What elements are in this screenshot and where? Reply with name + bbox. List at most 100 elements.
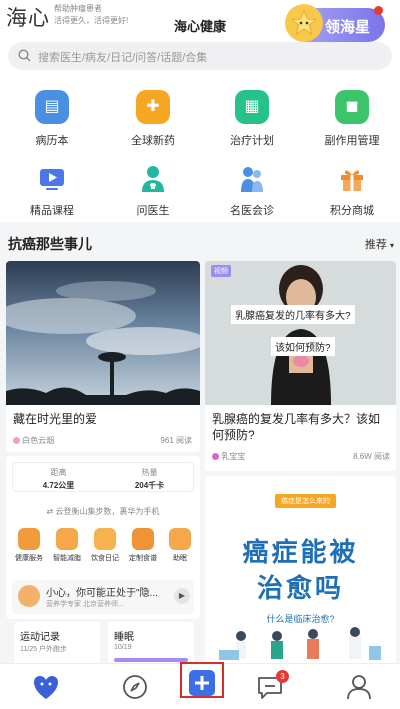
stat-value: 4.72公里 (42, 481, 75, 490)
grid-label: 副作用管理 (324, 135, 380, 147)
sleep-title: 睡眠 (114, 632, 134, 643)
grid-item-medical-record[interactable]: ▤ 病历本 (12, 90, 92, 148)
grid-label: 治疗计划 (230, 135, 274, 147)
star-mascot-icon (285, 4, 323, 42)
card-title: 藏在时光里的爱 (13, 412, 98, 426)
grid-item-points-mall[interactable]: 积分商城 (312, 164, 392, 218)
stat-label: 热量 (141, 468, 158, 477)
add-icon (189, 670, 215, 696)
health-stats-card[interactable]: 距离 4.72公里 热量 204千卡 ⇄ 云登衡山集步数，裹华为手机 健康服务 … (6, 456, 200, 619)
treatment-plan-icon: ▦ (235, 90, 269, 124)
tab-discover[interactable] (120, 672, 150, 702)
search-bar[interactable]: 搜索医生/病友/日记/问答/话题/合集 (8, 42, 392, 70)
video-overlay-question2: 该如何预防? (271, 337, 335, 356)
mini-item-diet-diary[interactable]: 饮食日记 (86, 528, 124, 563)
mini-service-row: 健康服务 智能减脂 饮食日记 定制食谱 助眠 (6, 528, 200, 568)
sort-dropdown[interactable]: 推荐 ▾ (365, 236, 394, 252)
poster-illustration (219, 627, 381, 660)
discover-icon (123, 675, 147, 699)
tab-messages[interactable]: 3 (255, 670, 289, 702)
mini-label: 定制食谱 (129, 555, 157, 562)
mini-item-health-service[interactable]: 健康服务 (10, 528, 48, 563)
diet-diary-icon (94, 528, 116, 550)
sport-subtitle: 11/25 户外跑步 (20, 646, 67, 653)
distance-stat: 距离 4.72公里 (13, 467, 104, 491)
grid-item-consultation[interactable]: 名医会诊 (212, 164, 292, 218)
tab-home[interactable] (31, 672, 61, 702)
consultation-icon (237, 164, 267, 194)
course-icon (37, 164, 67, 194)
profile-icon (347, 675, 371, 700)
tab-profile[interactable] (344, 672, 374, 702)
claim-star-button[interactable]: 领海星 (285, 4, 385, 42)
stats-box: 距离 4.72公里 热量 204千卡 (12, 462, 194, 492)
link-icon: ⇄ (46, 507, 54, 516)
warning-subtitle: 营养学专家 北京营养师... (46, 601, 124, 608)
grid-item-ask-doctor[interactable]: 问医生 (113, 164, 193, 218)
gift-icon (337, 164, 367, 194)
calorie-stat: 热量 204千卡 (104, 467, 195, 491)
tab-add[interactable] (187, 668, 217, 698)
medical-record-icon: ▤ (35, 90, 69, 124)
grid-item-new-drug[interactable]: ✚ 全球新药 (113, 90, 193, 148)
card-author: 白色云烟 (13, 435, 54, 446)
poster-title-line1: 癌症能被 (242, 537, 359, 567)
home-icon (34, 676, 58, 699)
feed-section-header: 抗癌那些事儿 推荐 ▾ (0, 228, 400, 258)
mini-item-fat-loss[interactable]: 智能减脂 (48, 528, 86, 563)
expert-avatar (18, 585, 40, 607)
author-avatar-icon (212, 453, 219, 461)
chevron-down-icon: ▾ (389, 241, 394, 250)
sport-title: 运动记录 (20, 632, 60, 643)
slogan-line1: 帮助肿瘤患者 (54, 4, 102, 13)
sort-label: 推荐 (364, 239, 387, 251)
grid-item-side-effect[interactable]: ◼ 副作用管理 (312, 90, 392, 148)
card-title: 乳腺癌的复发几率有多大？该如何预防? (212, 412, 381, 442)
bottom-tab-bar: 3 (0, 662, 400, 709)
sync-text: 云登衡山集步数，裹华为手机 (55, 507, 160, 516)
poster-title-line2: 治愈吗 (256, 573, 344, 603)
mini-label: 助眠 (173, 555, 187, 562)
sleep-bar (114, 658, 188, 662)
side-effect-icon: ◼ (335, 90, 369, 124)
sky-photo (6, 261, 200, 405)
grid-item-treatment-plan[interactable]: ▦ 治疗计划 (212, 90, 292, 148)
claim-star-label: 领海星 (325, 19, 371, 36)
app-root: 海心 帮助肿瘤患者 活得更久，活得更好! 海心健康 领海星 搜索医生/病友/日记… (0, 0, 400, 709)
grid-label: 积分商城 (330, 205, 374, 217)
stat-value: 204千卡 (134, 481, 165, 490)
mini-item-sleep-aid[interactable]: 助眠 (162, 528, 198, 563)
fat-loss-icon (56, 528, 78, 550)
card-author: 乳宝宝 (212, 451, 245, 462)
grid-label: 全球新药 (131, 135, 175, 147)
notification-dot (374, 6, 383, 15)
mini-item-recipe[interactable]: 定制食谱 (124, 528, 162, 563)
feed-card-story[interactable]: 藏在时光里的爱 白色云烟 961 阅读 (6, 261, 200, 452)
health-service-icon (18, 528, 40, 550)
search-input[interactable]: 搜索医生/病友/日记/问答/话题/合集 (38, 49, 207, 65)
sync-steps-text[interactable]: ⇄ 云登衡山集步数，裹华为手机 (6, 506, 200, 517)
stat-label: 距离 (50, 468, 67, 477)
sport-record-card[interactable]: 运动记录 11/25 户外跑步 (14, 622, 100, 666)
header: 海心 帮助肿瘤患者 活得更久，活得更好! 海心健康 领海星 搜索医生/病友/日记… (0, 0, 400, 86)
doctor-icon (138, 164, 168, 194)
grid-item-course[interactable]: 精品课程 (12, 164, 92, 218)
author-avatar-icon (13, 437, 20, 445)
video-overlay-question1: 乳腺癌复发的几率有多大? (231, 305, 355, 324)
feed-card-video[interactable]: 视频 乳腺癌复发的几率有多大? 该如何预防? 乳腺癌的复发几率有多大？该如何预防… (205, 261, 396, 471)
section-title: 抗癌那些事儿 (8, 236, 92, 252)
grid-label: 名医会诊 (230, 205, 274, 217)
sleep-card[interactable]: 睡眠 10/19 (108, 622, 194, 666)
play-icon[interactable]: ▶ (174, 588, 190, 604)
video-tag: 视频 (211, 265, 231, 277)
sleep-aid-icon (169, 528, 191, 550)
feature-grid: ▤ 病历本 ✚ 全球新药 ▦ 治疗计划 ◼ 副作用管理 精品课程 问医生 名医会… (0, 86, 400, 222)
feed-card-poster[interactable]: 癌症是怎么来的 癌症能被 治愈吗 什么是临床治愈? (205, 476, 396, 663)
video-thumbnail (205, 261, 396, 405)
sleep-subtitle: 10/19 (114, 644, 132, 651)
grid-label: 问医生 (136, 205, 170, 217)
health-warning-item[interactable]: 小心，你可能正处于"隐... 营养学专家 北京营养师... ▶ (12, 580, 194, 614)
mini-label: 智能减脂 (53, 555, 81, 562)
grid-label: 病历本 (35, 135, 69, 147)
card-read-count: 961 阅读 (160, 436, 192, 445)
